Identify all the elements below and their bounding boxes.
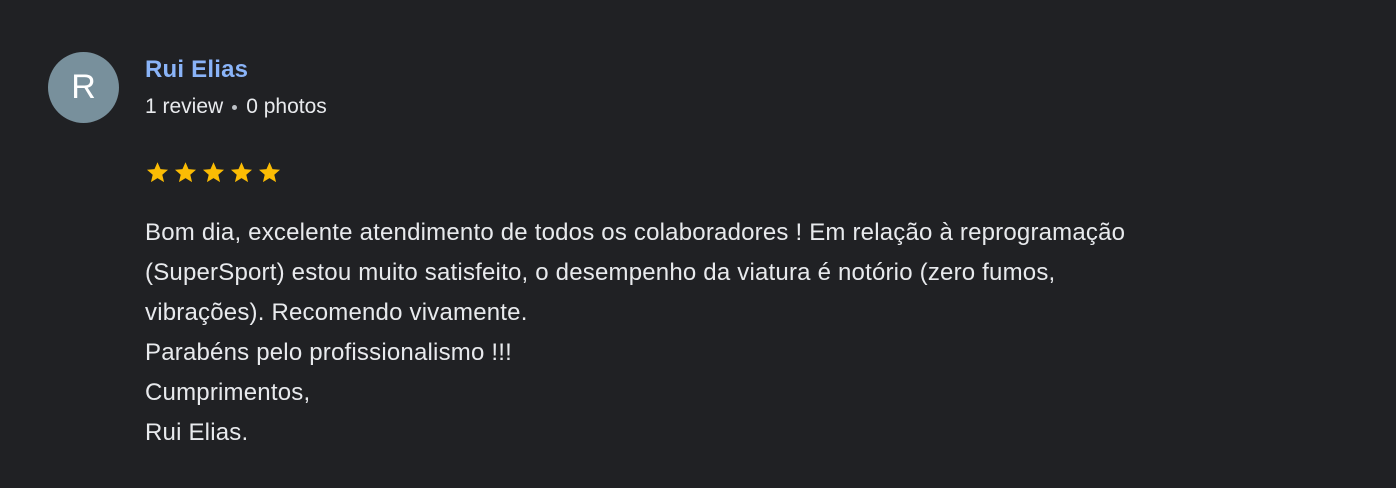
star-icon <box>229 160 254 185</box>
reviewer-name-link[interactable]: Rui Elias <box>145 56 248 84</box>
reviewer-meta: 1 review 0 photos <box>145 94 327 120</box>
star-icon <box>257 160 282 185</box>
photo-count: 0 photos <box>246 95 327 118</box>
review-text: Bom dia, excelente atendimento de todos … <box>145 213 1365 453</box>
avatar-initial: R <box>71 68 96 106</box>
star-icon <box>145 160 170 185</box>
review-text-line: Parabéns pelo profissionalismo !!! <box>145 339 512 366</box>
star-icon <box>201 160 226 185</box>
review-text-line: vibrações). Recomendo vivamente. <box>145 299 528 326</box>
review-text-line: Bom dia, excelente atendimento de todos … <box>145 219 1126 246</box>
review-count: 1 review <box>145 95 224 118</box>
review-text-line: (SuperSport) estou muito satisfeito, o d… <box>145 259 1056 286</box>
separator-dot-icon <box>232 104 238 110</box>
star-rating <box>145 160 282 185</box>
review-text-line: Cumprimentos, <box>145 379 311 406</box>
review-card: R Rui Elias 1 review 0 photos Bom dia, e… <box>0 0 1396 488</box>
review-text-line: Rui Elias. <box>145 419 249 446</box>
avatar[interactable]: R <box>48 52 119 123</box>
star-icon <box>173 160 198 185</box>
